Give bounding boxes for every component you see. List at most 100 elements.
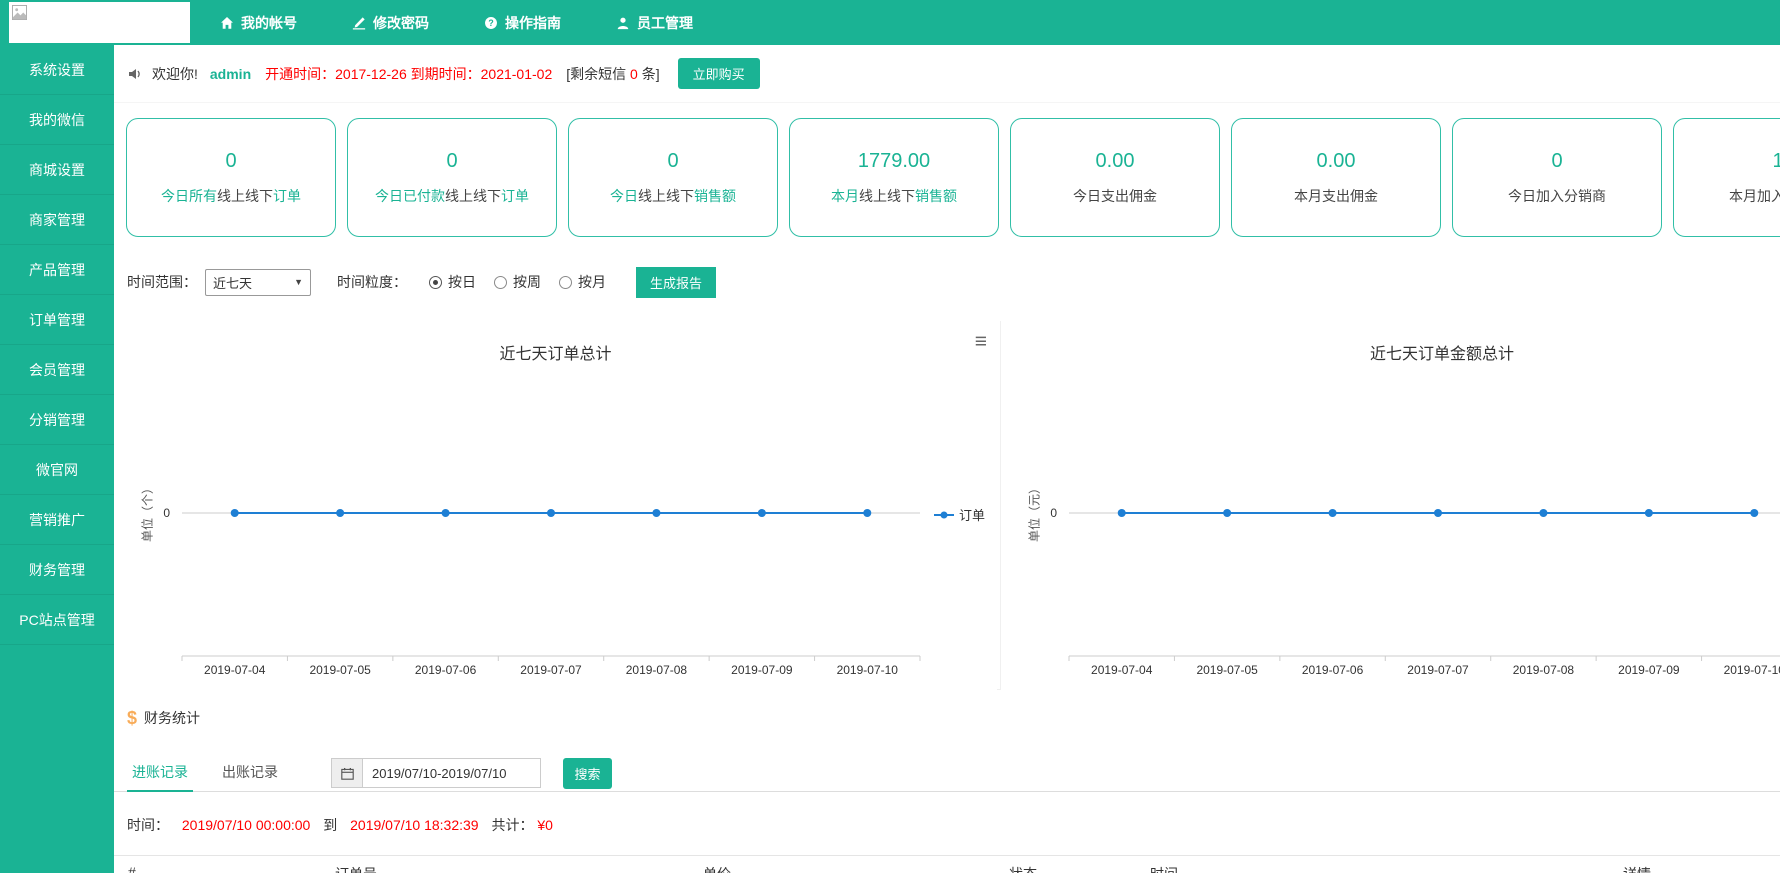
radio-icon[interactable] [559,276,572,289]
svg-text:2019-07-08: 2019-07-08 [626,663,688,677]
tab-income-records[interactable]: 进账记录 [127,755,193,792]
edit-icon [352,16,366,30]
radio-icon[interactable] [429,276,442,289]
topbar: 我的帐号 修改密码? 操作指南 员工管理 [0,0,1780,45]
dollar-icon: $ [127,708,137,729]
finance-table-header: #订单号单价状态时间详情 [114,855,1780,873]
sidebar-item-pc-site-management[interactable]: PC站点管理 [0,595,114,645]
tab-outgo-records[interactable]: 出账记录 [217,755,283,792]
stat-value: 1779.00 [858,150,930,173]
stat-label: 本月加入分销商 [1729,186,1780,206]
table-header-cell: # [128,864,136,873]
stat-value: 0 [225,150,236,173]
buy-now-button[interactable]: 立即购买 [678,58,760,89]
stat-value: 0 [667,150,678,173]
summary-start-time: 2019/07/10 00:00:00 [182,817,310,833]
legend-line-icon [934,510,954,520]
svg-text:2019-07-05: 2019-07-05 [309,663,371,677]
sidebar-item-product-management[interactable]: 产品管理 [0,245,114,295]
orders-chart-panel: 近七天订单总计 ≡ 单位（个） 0 2019-07-042019-07-0520… [114,321,997,690]
generate-report-button[interactable]: 生成报告 [636,267,716,298]
stat-label: 本月支出佣金 [1294,186,1378,206]
topbar-item-change-password[interactable]: 修改密码 [352,13,429,33]
summary-total-value: ¥0 [537,817,553,833]
topbar-item-my-account[interactable]: 我的帐号 [220,13,297,33]
stat-value: 0 [446,150,457,173]
topbar-item-label: 我的帐号 [241,13,297,33]
summary-to-label: 到 [323,817,337,833]
main-content: 欢迎你! admin 开通时间：2017-12-26 到期时间：2021-01-… [114,45,1780,873]
topbar-item-label: 修改密码 [373,13,429,33]
welcome-username: admin [210,66,251,82]
sidebar-item-marketing-promotion[interactable]: 营销推广 [0,495,114,545]
topbar-nav: 我的帐号 修改密码? 操作指南 员工管理 [220,0,693,45]
topbar-item-operation-guide[interactable]: ? 操作指南 [484,13,561,33]
svg-text:?: ? [488,18,493,28]
svg-text:2019-07-05: 2019-07-05 [1196,663,1258,677]
welcome-bar: 欢迎你! admin 开通时间：2017-12-26 到期时间：2021-01-… [114,45,1780,103]
table-header-cell: 状态 [1009,864,1037,873]
finance-tabs-row: 进账记录出账记录 搜索 [114,755,1780,792]
date-range-input[interactable] [363,758,541,788]
svg-text:2019-07-07: 2019-07-07 [520,663,582,677]
date-range-group [331,758,541,788]
time-range-select[interactable]: 近七天 ▼ [205,269,311,296]
svg-text:2019-07-09: 2019-07-09 [1618,663,1680,677]
topbar-item-staff-management[interactable]: 员工管理 [616,13,693,33]
time-range-label: 时间范围： [127,272,197,292]
stat-card: 1本月加入分销商 [1673,118,1780,237]
sidebar-item-system-settings[interactable]: 系统设置 [0,45,114,95]
table-header-cell: 时间 [1150,864,1178,873]
staff-icon [616,16,630,30]
search-button[interactable]: 搜索 [563,758,612,789]
svg-text:2019-07-06: 2019-07-06 [415,663,477,677]
stat-value: 0.00 [1317,150,1356,173]
chevron-down-icon: ▼ [294,277,303,287]
granularity-radio-2[interactable]: 按月 [559,272,606,292]
radio-icon[interactable] [494,276,507,289]
svg-text:2019-07-08: 2019-07-08 [1513,663,1575,677]
stat-label: 本月线上线下销售额 [831,186,957,206]
sidebar-item-finance-management[interactable]: 财务管理 [0,545,114,595]
chart-legend[interactable]: 订单 [934,505,985,524]
stat-card: 0今日加入分销商 [1452,118,1662,237]
radio-label: 按月 [578,272,606,292]
sidebar-item-my-wechat[interactable]: 我的微信 [0,95,114,145]
time-range-selected-value: 近七天 [213,273,252,292]
granularity-label: 时间粒度： [337,272,407,292]
summary-time-label: 时间： [127,817,169,833]
svg-text:2019-07-04: 2019-07-04 [1091,663,1153,677]
granularity-radios: 按日按周 按月 [429,272,624,292]
sidebar-item-mall-settings[interactable]: 商城设置 [0,145,114,195]
topbar-item-label: 员工管理 [637,13,693,33]
sms-remaining-text: [剩余短信 0 条] [566,64,659,84]
sidebar-item-distribution-management[interactable]: 分销管理 [0,395,114,445]
calendar-icon[interactable] [331,758,363,788]
sidebar-item-order-management[interactable]: 订单管理 [0,295,114,345]
stat-card: 0今日线上线下销售额 [568,118,778,237]
stat-label: 今日加入分销商 [1508,186,1606,206]
summary-end-time: 2019/07/10 18:32:39 [350,817,478,833]
stat-card: 0.00 本月支出佣金 [1231,118,1441,237]
stat-label: 今日已付款线上线下订单 [375,186,529,206]
home-icon [220,16,234,30]
sidebar-item-micro-site[interactable]: 微官网 [0,445,114,495]
svg-text:2019-07-09: 2019-07-09 [731,663,793,677]
speaker-icon [127,66,143,82]
topbar-item-label: 操作指南 [505,13,561,33]
welcome-greeting: 欢迎你! [152,64,198,84]
account-period-text: 开通时间：2017-12-26 到期时间：2021-01-02 [265,64,552,84]
logo[interactable] [9,2,190,43]
charts-row: 近七天订单总计 ≡ 单位（个） 0 2019-07-042019-07-0520… [114,321,1780,690]
stat-cards: 0今日所有线上线下订单0今日已付款线上线下订单0今日线上线下销售额1779.00… [114,118,1780,237]
chart-plot: 2019-07-042019-07-052019-07-062019-07-07… [114,321,997,690]
sidebar-item-merchant-management[interactable]: 商家管理 [0,195,114,245]
granularity-radio-0[interactable]: 按日 [429,272,476,292]
stat-card: 0今日所有线上线下订单 [126,118,336,237]
svg-text:2019-07-10: 2019-07-10 [1724,663,1780,677]
sidebar-item-member-management[interactable]: 会员管理 [0,345,114,395]
table-header-cell: 订单号 [335,864,377,873]
help-icon: ? [484,16,498,30]
granularity-radio-1[interactable]: 按周 [494,272,541,292]
chart-plot: 2019-07-042019-07-052019-07-062019-07-07… [1001,321,1780,690]
